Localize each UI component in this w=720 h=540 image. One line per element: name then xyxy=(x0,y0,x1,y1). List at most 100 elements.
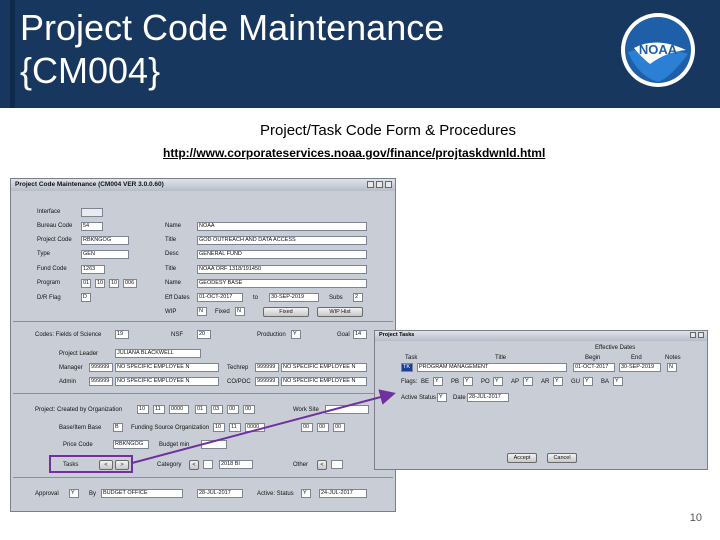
task-active-status-field[interactable]: Y xyxy=(437,393,447,402)
wip-field[interactable]: N xyxy=(197,307,207,316)
by-field[interactable]: BUDGET OFFICE xyxy=(101,489,183,498)
task-end-field[interactable]: 30-SEP-2019 xyxy=(619,363,661,372)
other-prev-button[interactable]: < xyxy=(317,460,327,470)
funding-org-field-2[interactable]: 11 xyxy=(229,423,241,432)
year-field[interactable]: 2018 BI xyxy=(219,460,253,469)
task-active-status-label: Active Status xyxy=(401,395,437,401)
nsf-field[interactable]: 20 xyxy=(197,330,211,339)
tasks-minimize-icon[interactable] xyxy=(690,332,696,338)
by-label: By xyxy=(89,491,97,497)
program-label: Program xyxy=(37,280,61,286)
fixed-flag-field[interactable]: N xyxy=(235,307,245,316)
manager-name-field[interactable]: NO SPECIFIC EMPLOYEE N xyxy=(115,363,219,372)
flag-value-po[interactable]: Y xyxy=(493,377,503,386)
org-field-4[interactable]: 01 xyxy=(195,405,207,414)
task-notes-field[interactable]: N xyxy=(667,363,677,372)
accept-button[interactable]: Accept xyxy=(507,453,537,463)
org-field-6[interactable]: 00 xyxy=(227,405,239,414)
flag-label-pb: PB xyxy=(451,379,460,385)
active-status-label: Active: Status xyxy=(257,491,294,497)
fund-code-field[interactable]: 1263 xyxy=(81,265,105,274)
flag-label-gu: GU xyxy=(571,379,580,385)
eff-end-field[interactable]: 30-SEP-2019 xyxy=(269,293,319,302)
flag-value-ba[interactable]: Y xyxy=(613,377,623,386)
tasks-close-icon[interactable] xyxy=(698,332,704,338)
work-site-field[interactable] xyxy=(325,405,369,414)
manager-id-field[interactable]: 999999 xyxy=(89,363,113,372)
program-field-1[interactable]: 01 xyxy=(81,279,91,288)
funding-org-field-1[interactable]: 10 xyxy=(213,423,225,432)
funding-org-field-5[interactable]: 00 xyxy=(317,423,329,432)
price-code-field[interactable]: RBKNGOG xyxy=(113,440,149,449)
name-label: Name xyxy=(165,223,182,229)
eff-dates-label: Eff Dates xyxy=(165,295,190,301)
production-field[interactable]: Y xyxy=(291,330,301,339)
org-field-1[interactable]: 10 xyxy=(137,405,149,414)
funding-org-field-6[interactable]: 00 xyxy=(333,423,345,432)
approval-date-field[interactable]: 28-JUL-2017 xyxy=(197,489,243,498)
cotr-id-field[interactable]: 999999 xyxy=(255,377,279,386)
base-item-field[interactable]: B xyxy=(113,423,123,432)
project-tasks-window: Project Tasks Effective Dates Task Title… xyxy=(374,330,708,470)
notes-header: Notes xyxy=(665,355,681,361)
fields-science-field[interactable]: 19 xyxy=(115,330,129,339)
bureau-code-field[interactable]: 54 xyxy=(81,222,103,231)
task-begin-field[interactable]: 01-OCT-2017 xyxy=(573,363,615,372)
close-icon[interactable] xyxy=(385,181,392,188)
cancel-button[interactable]: Cancel xyxy=(547,453,577,463)
funding-org-field-3[interactable]: 0000 xyxy=(245,423,265,432)
flag-value-ar[interactable]: Y xyxy=(553,377,563,386)
program-field-4[interactable]: 006 xyxy=(123,279,137,288)
active-status-field[interactable]: Y xyxy=(301,489,311,498)
title-field[interactable]: GOD OUTREACH AND DATA ACCESS xyxy=(197,236,367,245)
program-field-2[interactable]: 10 xyxy=(95,279,105,288)
goal-field[interactable]: 14 xyxy=(353,330,367,339)
interface-field[interactable] xyxy=(81,208,103,217)
logo-text: NOAA xyxy=(639,42,678,57)
type-field[interactable]: GEN xyxy=(81,250,129,259)
flag-label-ba: BA xyxy=(601,379,610,385)
approval-label: Approval xyxy=(35,491,59,497)
cotr-name-field[interactable]: NO SPECIFIC EMPLOYEE N xyxy=(281,377,367,386)
org-field-5[interactable]: 03 xyxy=(211,405,223,414)
category-prev-button[interactable]: < xyxy=(189,460,199,470)
task-title-field[interactable]: PROGRAM MANAGEMENT xyxy=(417,363,567,372)
task-code-field[interactable]: TK xyxy=(401,363,413,372)
wip-hist-button[interactable]: WIP Hist xyxy=(317,307,363,317)
project-code-field[interactable]: RBKNGOG xyxy=(81,236,129,245)
org-field-7[interactable]: 00 xyxy=(243,405,255,414)
category-field[interactable] xyxy=(203,460,213,469)
name-field[interactable]: NOAA xyxy=(197,222,367,231)
maximize-icon[interactable] xyxy=(376,181,383,188)
interface-label: Interface xyxy=(37,209,61,215)
flag-value-be[interactable]: Y xyxy=(433,377,443,386)
flag-value-ap[interactable]: Y xyxy=(523,377,533,386)
org-field-3[interactable]: 0000 xyxy=(169,405,189,414)
org-field-2[interactable]: 11 xyxy=(153,405,165,414)
techrep-id-field[interactable]: 999999 xyxy=(255,363,279,372)
task-date-field[interactable]: 28-JUL-2017 xyxy=(467,393,509,402)
flag-value-pb[interactable]: Y xyxy=(463,377,473,386)
fixed-button[interactable]: Fixed xyxy=(263,307,309,317)
flag-value-gu[interactable]: Y xyxy=(583,377,593,386)
budget-min-field[interactable] xyxy=(201,440,227,449)
admin-name-field[interactable]: NO SPECIFIC EMPLOYEE N xyxy=(115,377,219,386)
name2-field[interactable]: GEODESY BASE xyxy=(197,279,367,288)
eff-start-field[interactable]: 01-OCT-2017 xyxy=(197,293,243,302)
funding-org-field-4[interactable]: 00 xyxy=(301,423,313,432)
project-leader-field[interactable]: JULIANA BLACKWELL xyxy=(115,349,201,358)
project-code-label: Project Code xyxy=(37,237,72,243)
active-date-field[interactable]: 24-JUL-2017 xyxy=(319,489,367,498)
minimize-icon[interactable] xyxy=(367,181,374,188)
title2-field[interactable]: NOAA ORF 1318/191450 xyxy=(197,265,367,274)
dr-flag-field[interactable]: D xyxy=(81,293,91,302)
desc-field[interactable]: GENERAL FUND xyxy=(197,250,367,259)
other-field[interactable] xyxy=(331,460,343,469)
techrep-name-field[interactable]: NO SPECIFIC EMPLOYEE N xyxy=(281,363,367,372)
subs-field[interactable]: 2 xyxy=(353,293,363,302)
program-field-3[interactable]: 10 xyxy=(109,279,119,288)
procedures-link[interactable]: http://www.corporateservices.noaa.gov/fi… xyxy=(163,146,545,160)
effective-dates-header: Effective Dates xyxy=(595,345,636,351)
admin-id-field[interactable]: 999999 xyxy=(89,377,113,386)
approval-field[interactable]: Y xyxy=(69,489,79,498)
